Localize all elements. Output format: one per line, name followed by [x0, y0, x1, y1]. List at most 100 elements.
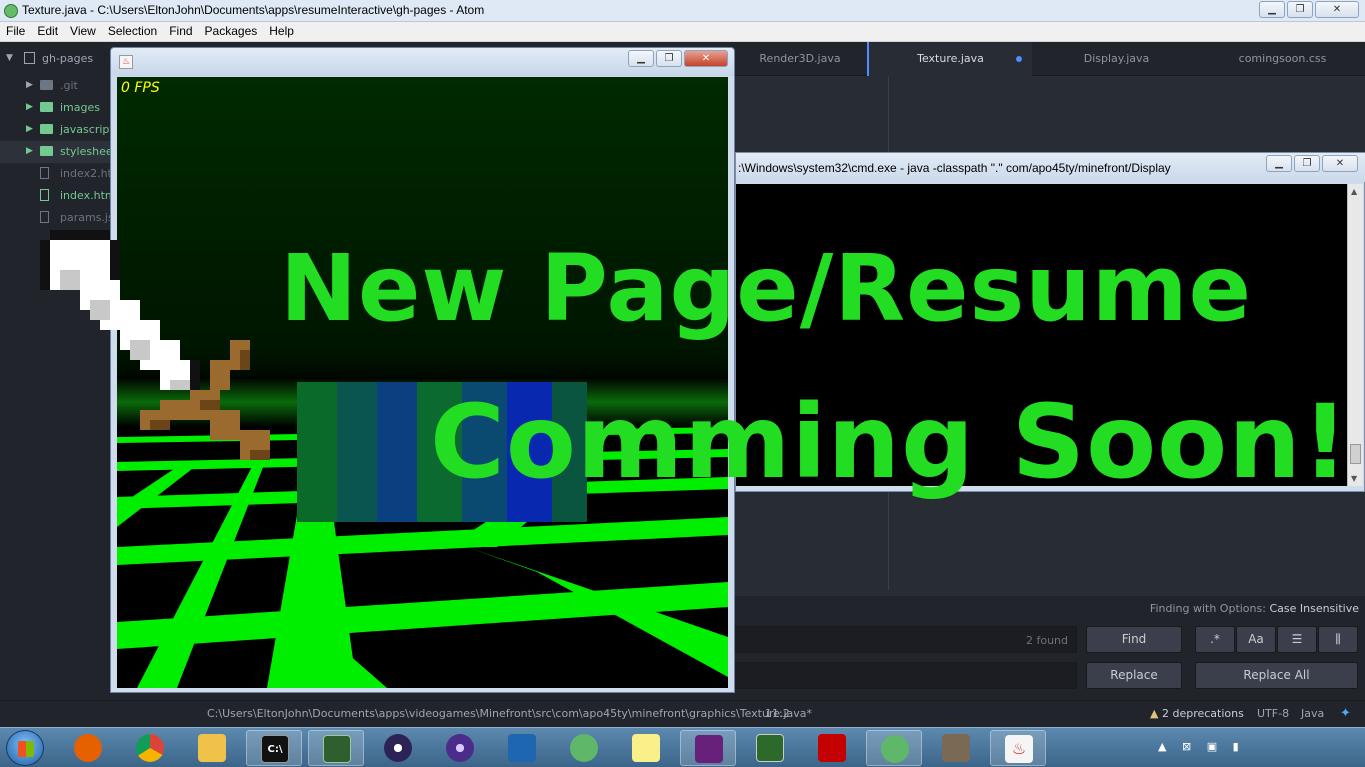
- tab-comingsoon[interactable]: comingsoon.css: [1200, 42, 1365, 76]
- java-cup-icon: ♨: [119, 55, 133, 69]
- tree-item-images[interactable]: ▶ images: [0, 97, 110, 119]
- taskbar-acrobat[interactable]: [804, 730, 860, 766]
- tree-item-label: .git: [60, 79, 78, 92]
- system-tray[interactable]: ▲ ⊠ ▣ ▮: [1158, 740, 1245, 753]
- scrollbar-thumb[interactable]: [1350, 444, 1361, 464]
- desktop: Texture.java - C:\Users\EltonJohn\Docume…: [0, 0, 1365, 767]
- tree-item-index[interactable]: index.html: [0, 185, 110, 207]
- pixel-sword-icon: [40, 230, 270, 460]
- tab-render3d[interactable]: Render3D.java: [734, 42, 866, 76]
- find-input[interactable]: 2 found: [734, 626, 1077, 653]
- taskbar-eclipse[interactable]: [370, 730, 426, 766]
- scroll-up-icon[interactable]: ▲: [1351, 187, 1357, 196]
- menu-view[interactable]: View: [64, 22, 102, 41]
- taskbar-atom-open[interactable]: [866, 730, 922, 766]
- cmd-scrollbar[interactable]: ▲ ▼: [1347, 184, 1363, 486]
- eclipse-alt-icon: [446, 734, 474, 762]
- taskbar-chrome[interactable]: [122, 730, 178, 766]
- taskbar-explorer[interactable]: [184, 730, 240, 766]
- menu-selection[interactable]: Selection: [102, 22, 163, 41]
- atom-titlebar: Texture.java - C:\Users\EltonJohn\Docume…: [0, 0, 1365, 22]
- status-cursor-position[interactable]: 11:2: [765, 707, 790, 720]
- game-titlebar[interactable]: ♨ ▁ ❐ ✕: [111, 48, 734, 76]
- cmd-titlebar[interactable]: :\Windows\system32\cmd.exe - java -class…: [736, 153, 1365, 182]
- status-file-path[interactable]: C:\Users\EltonJohn\Documents\apps\videog…: [207, 707, 812, 720]
- start-button[interactable]: [6, 730, 44, 766]
- file-icon: [40, 211, 49, 223]
- tree-root[interactable]: ▼ gh-pages: [0, 48, 110, 70]
- network-icon[interactable]: ⊠: [1182, 740, 1197, 753]
- minimize-button[interactable]: ▁: [1259, 1, 1285, 18]
- windows-logo-icon: [18, 741, 34, 757]
- replace-button[interactable]: Replace: [1086, 662, 1182, 689]
- taskbar-netbeans[interactable]: [308, 730, 364, 766]
- close-button[interactable]: ✕: [1315, 1, 1359, 18]
- windows-taskbar: C:\ ♨ ▲ ⊠ ▣ ▮: [0, 727, 1365, 767]
- menu-edit[interactable]: Edit: [31, 22, 64, 41]
- tab-label: Texture.java: [917, 52, 984, 65]
- taskbar-remote-desktop[interactable]: [742, 730, 798, 766]
- regex-toggle[interactable]: .*: [1195, 626, 1235, 653]
- selection-icon: ☰: [1291, 632, 1303, 646]
- taskbar-atom[interactable]: [556, 730, 612, 766]
- game-close-button[interactable]: ✕: [684, 50, 728, 67]
- chevron-down-icon: ▼: [6, 53, 13, 63]
- taskbar-virtualbox[interactable]: [494, 730, 550, 766]
- signal-icon[interactable]: ▮: [1233, 740, 1245, 753]
- tree-item-javascripts[interactable]: ▶ javascripts: [0, 119, 110, 141]
- cmd-close-button[interactable]: ✕: [1322, 155, 1358, 172]
- find-panel: Finding with Options: Case Insensitive 2…: [734, 596, 1365, 700]
- remote-desktop-icon: [756, 734, 784, 762]
- file-icon: [40, 167, 49, 179]
- maximize-button[interactable]: ❐: [1287, 1, 1313, 18]
- device-icon[interactable]: ▣: [1207, 740, 1223, 753]
- menu-find[interactable]: Find: [163, 22, 198, 41]
- tab-texture[interactable]: Texture.java: [867, 42, 1032, 76]
- taskbar-java[interactable]: ♨: [990, 730, 1046, 766]
- game-maximize-button[interactable]: ❐: [656, 50, 682, 67]
- tree-item-label: stylesheets: [60, 145, 110, 158]
- tree-item-stylesheets[interactable]: ▶ stylesheets: [0, 141, 110, 163]
- taskbar-eclipse-alt[interactable]: [432, 730, 488, 766]
- feedback-bird-icon[interactable]: ✦: [1340, 706, 1351, 721]
- modified-indicator-icon: [1016, 56, 1022, 62]
- whole-word-toggle[interactable]: ⫼: [1318, 626, 1358, 653]
- java-icon: ♨: [1005, 735, 1033, 763]
- overlay-headline-line1: New Page/Resume: [280, 235, 1253, 342]
- tree-item-params[interactable]: params.json: [0, 207, 110, 229]
- cmd-minimize-button[interactable]: ▁: [1266, 155, 1292, 172]
- file-icon: [40, 189, 49, 201]
- tree-item-index2[interactable]: index2.html: [0, 163, 110, 185]
- taskbar-visual-studio[interactable]: [680, 730, 736, 766]
- replace-all-button[interactable]: Replace All: [1195, 662, 1358, 689]
- tree-item-label: params.json: [60, 211, 110, 224]
- cmd-maximize-button[interactable]: ❐: [1294, 155, 1320, 172]
- taskbar-firefox[interactable]: [60, 730, 116, 766]
- status-encoding[interactable]: UTF-8: [1257, 707, 1289, 720]
- selection-only-toggle[interactable]: ☰: [1277, 626, 1317, 653]
- whole-word-icon: ⫼: [1335, 632, 1341, 646]
- taskbar-gimp[interactable]: [928, 730, 984, 766]
- cmd-window-title: :\Windows\system32\cmd.exe - java -class…: [738, 161, 1171, 175]
- find-button[interactable]: Find: [1086, 626, 1182, 653]
- find-options-text: Finding with Options: Case Insensitive: [1150, 602, 1359, 615]
- taskbar-sticky-notes[interactable]: [618, 730, 674, 766]
- tab-display[interactable]: Display.java: [1034, 42, 1199, 76]
- status-grammar[interactable]: Java: [1301, 707, 1324, 720]
- case-sensitive-toggle[interactable]: Aa: [1236, 626, 1276, 653]
- eclipse-icon: [384, 734, 412, 762]
- tree-item-git[interactable]: ▶ .git: [0, 75, 110, 97]
- taskbar-cmd[interactable]: C:\: [246, 730, 302, 766]
- find-options-value: Case Insensitive: [1269, 602, 1359, 615]
- tray-expand-icon[interactable]: ▲: [1158, 740, 1172, 753]
- scroll-down-icon[interactable]: ▼: [1351, 474, 1357, 483]
- menu-help[interactable]: Help: [263, 22, 300, 41]
- replace-input[interactable]: [734, 662, 1077, 689]
- game-minimize-button[interactable]: ▁: [628, 50, 654, 67]
- menu-file[interactable]: File: [0, 22, 31, 41]
- atom-app-icon: [4, 4, 18, 18]
- atom-menubar: File Edit View Selection Find Packages H…: [0, 22, 1365, 42]
- chrome-icon: [136, 734, 164, 762]
- menu-packages[interactable]: Packages: [199, 22, 264, 41]
- status-deprecations[interactable]: ▲ 2 deprecations: [1150, 707, 1244, 720]
